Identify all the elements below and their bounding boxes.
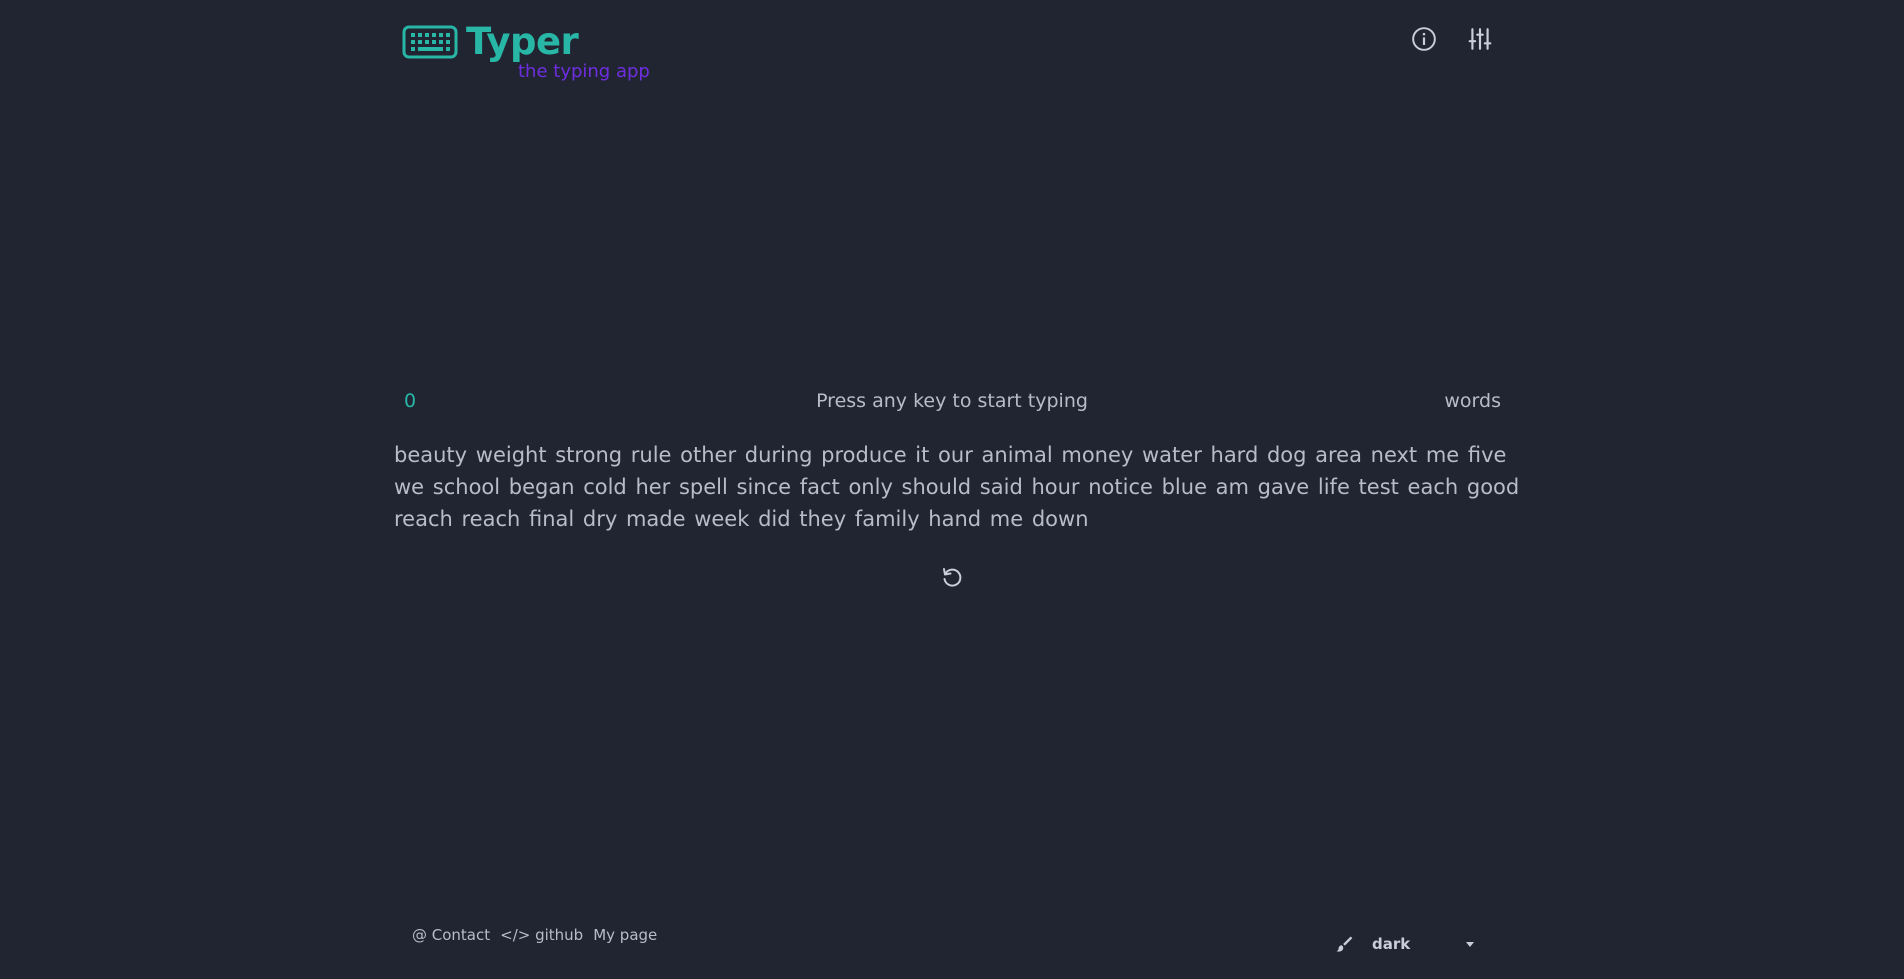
github-link[interactable]: </> github — [500, 926, 583, 944]
logo[interactable]: Typer — [402, 20, 579, 64]
my-page-link[interactable]: My page — [593, 926, 657, 944]
words-line: we school began cold her spell since fac… — [394, 475, 1520, 499]
start-prompt: Press any key to start typing — [816, 390, 1088, 412]
theme-value: dark — [1372, 935, 1411, 953]
theme-select[interactable]: dark — [1334, 932, 1476, 956]
typing-words[interactable]: beauty weight strong rule other during p… — [394, 439, 1520, 535]
header-actions — [1411, 26, 1493, 52]
contact-link[interactable]: @ Contact — [412, 926, 490, 944]
keyboard-icon — [402, 25, 458, 59]
app-title: Typer — [466, 20, 579, 63]
settings-sliders-icon[interactable] — [1467, 26, 1493, 52]
footer-links: @ Contact </> github My page — [412, 926, 657, 944]
info-icon[interactable] — [1411, 26, 1437, 52]
words-line: beauty weight strong rule other during p… — [394, 443, 1507, 467]
mode-label[interactable]: words — [1444, 390, 1501, 412]
restart-icon[interactable] — [940, 565, 964, 589]
app-subtitle: the typing app — [518, 61, 650, 82]
chevron-down-icon — [1466, 942, 1474, 947]
stats-row: 0 Press any key to start typing words — [403, 390, 1501, 414]
words-line: reach reach final dry made week did they… — [394, 507, 1089, 531]
typer-app: Typer the typing app 0 Press any key to … — [0, 0, 1904, 979]
header: Typer the typing app — [402, 20, 1502, 90]
brush-icon — [1336, 936, 1353, 952]
